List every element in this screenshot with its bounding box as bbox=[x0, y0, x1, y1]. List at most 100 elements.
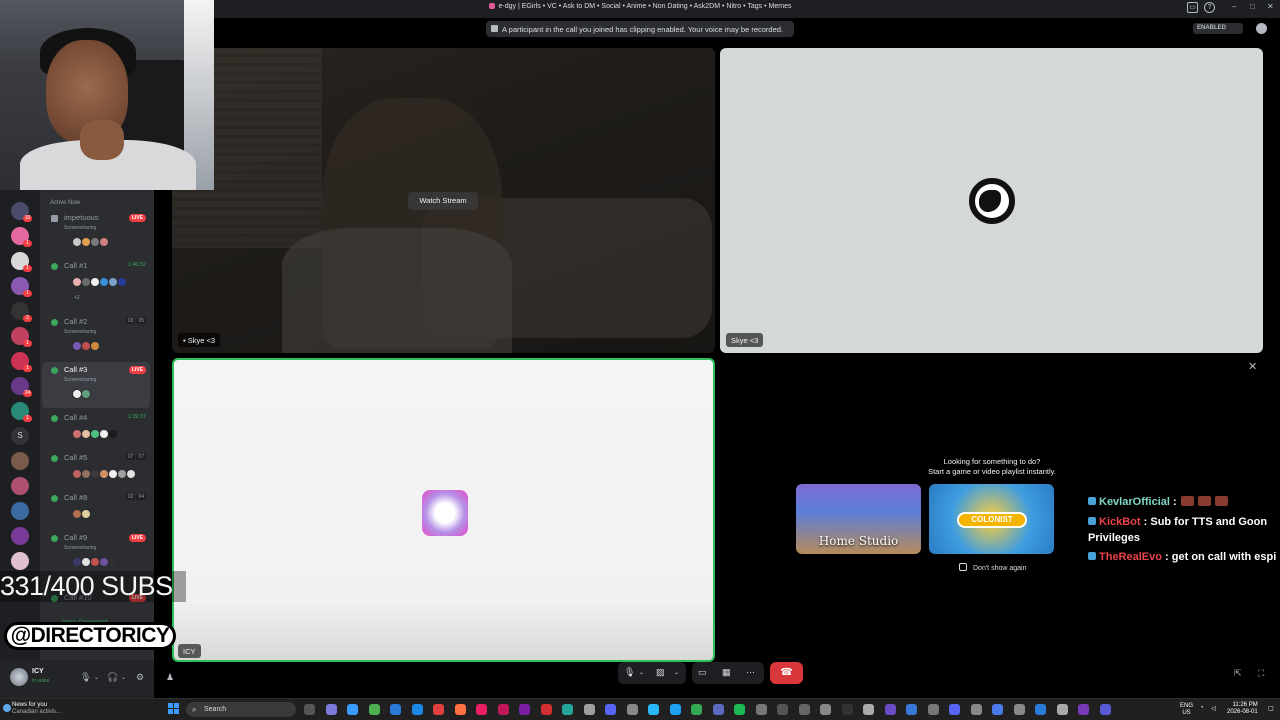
avatar[interactable] bbox=[117, 277, 127, 287]
taskbar-app-icon[interactable] bbox=[519, 704, 530, 715]
dont-show-again-checkbox[interactable]: Don't show again bbox=[959, 563, 1026, 572]
voice-call-item[interactable]: impetuous Screensharing LIVE bbox=[42, 210, 150, 256]
taskbar-app-icon[interactable] bbox=[820, 704, 831, 715]
taskbar-app-icon[interactable] bbox=[691, 704, 702, 715]
taskbar-app-icon[interactable] bbox=[605, 704, 616, 715]
server-icon[interactable]: 24 bbox=[11, 377, 32, 397]
taskbar-app-icon[interactable] bbox=[648, 704, 659, 715]
server-icon[interactable]: 1 bbox=[11, 327, 32, 347]
taskbar-app-icon[interactable] bbox=[626, 704, 638, 715]
server-icon[interactable]: 1 bbox=[11, 252, 32, 272]
taskbar-app-icon[interactable] bbox=[755, 704, 767, 715]
chevron-down-icon[interactable]: ⌄ bbox=[94, 674, 99, 681]
taskbar-app-icon[interactable] bbox=[411, 704, 423, 715]
chat-bubble-icon[interactable] bbox=[1256, 23, 1267, 34]
screen-share-icon[interactable]: ▭ bbox=[698, 667, 707, 678]
wifi-icon[interactable]: ◔ bbox=[1200, 705, 1204, 711]
avatar[interactable] bbox=[99, 237, 109, 247]
taskbar-app-icon[interactable] bbox=[390, 704, 401, 715]
notification-icon[interactable]: ▢ bbox=[1268, 705, 1274, 712]
activity-icon[interactable]: ♟ bbox=[166, 672, 174, 683]
taskbar-app-icon[interactable] bbox=[1013, 704, 1025, 715]
server-icon[interactable]: 1 bbox=[11, 227, 32, 247]
video-tile-2[interactable]: Skye <3 bbox=[720, 48, 1263, 353]
user-avatar[interactable] bbox=[10, 668, 28, 686]
voice-call-item[interactable]: Call #3 Screensharing LIVE bbox=[42, 362, 150, 408]
taskbar-app-icon[interactable] bbox=[863, 704, 874, 715]
taskbar-app-icon[interactable] bbox=[433, 704, 444, 715]
taskbar-app-icon[interactable] bbox=[949, 704, 960, 715]
chevron-down-icon[interactable]: ⌄ bbox=[674, 669, 679, 676]
server-icon[interactable]: 2 bbox=[11, 302, 32, 322]
activity-card-home-studio[interactable]: Home Studio bbox=[796, 484, 921, 554]
more-options-icon[interactable]: ⋯ bbox=[746, 667, 755, 678]
taskbar-app-icon[interactable] bbox=[992, 704, 1003, 715]
server-icon[interactable]: 10 bbox=[11, 202, 32, 222]
taskbar-app-icon[interactable] bbox=[841, 704, 853, 715]
minimize-icon[interactable]: – bbox=[1232, 2, 1236, 11]
windows-start-icon[interactable] bbox=[168, 703, 180, 715]
avatar[interactable] bbox=[81, 509, 91, 519]
activity-card-colonist[interactable]: COLONIST bbox=[929, 484, 1054, 554]
taskbar-app-icon[interactable] bbox=[562, 704, 573, 715]
video-tile-3[interactable]: ICY bbox=[172, 358, 715, 662]
taskbar-app-icon[interactable] bbox=[368, 704, 380, 715]
taskbar-app-icon[interactable] bbox=[884, 704, 896, 715]
taskbar-search[interactable]: ⌕ Search bbox=[186, 702, 296, 717]
chevron-down-icon[interactable]: ⌄ bbox=[639, 669, 644, 676]
taskbar-app-icon[interactable] bbox=[734, 704, 745, 715]
server-icon[interactable] bbox=[11, 552, 29, 570]
checkbox-icon[interactable] bbox=[959, 563, 967, 571]
voice-call-item[interactable]: Call #2 Screensharing 03 05 bbox=[42, 314, 150, 360]
popout-icon[interactable]: ⇱ bbox=[1234, 668, 1242, 679]
taskbar-app-icon[interactable] bbox=[476, 704, 487, 715]
avatar[interactable] bbox=[81, 389, 91, 399]
voice-call-item[interactable]: Call #9 Screensharing LIVE bbox=[42, 530, 150, 576]
server-icon[interactable] bbox=[11, 452, 29, 470]
microphone-icon[interactable]: 🎙 bbox=[80, 672, 91, 683]
news-widget[interactable]: News for you Canadian activis... bbox=[12, 702, 61, 716]
volume-icon[interactable]: ◁ bbox=[1211, 705, 1216, 712]
server-icon[interactable] bbox=[11, 477, 29, 495]
taskbar-app-icon[interactable] bbox=[304, 704, 315, 715]
camera-off-icon[interactable]: ▨ bbox=[656, 667, 665, 678]
taskbar-app-icon[interactable] bbox=[347, 704, 358, 715]
taskbar-app-icon[interactable] bbox=[712, 704, 724, 715]
microphone-icon[interactable]: 🎙 bbox=[624, 667, 635, 678]
headphones-icon[interactable]: 🎧 bbox=[107, 672, 118, 683]
taskbar-app-icon[interactable] bbox=[798, 704, 810, 715]
clipping-enabled-badge[interactable]: ENABLED bbox=[1193, 23, 1243, 34]
avatar[interactable] bbox=[126, 469, 136, 479]
server-icon[interactable] bbox=[11, 527, 29, 545]
taskbar-app-icon[interactable] bbox=[1035, 704, 1046, 715]
taskbar-app-icon[interactable] bbox=[325, 704, 337, 715]
chevron-down-icon[interactable]: ⌄ bbox=[121, 674, 126, 681]
server-icon[interactable]: 1 bbox=[11, 402, 32, 422]
stream-tile-1[interactable]: Watch Stream ▪ Skye <3 bbox=[172, 48, 715, 353]
watch-stream-button[interactable]: Watch Stream bbox=[408, 192, 478, 210]
taskbar-app-icon[interactable] bbox=[669, 704, 681, 715]
taskbar-app-icon[interactable] bbox=[454, 704, 466, 715]
taskbar-app-icon[interactable] bbox=[970, 704, 982, 715]
avatar[interactable] bbox=[90, 341, 100, 351]
activities-icon[interactable]: ▦ bbox=[722, 667, 731, 678]
taskbar-app-icon[interactable] bbox=[1078, 704, 1089, 715]
taskbar-app-icon[interactable] bbox=[1056, 704, 1068, 715]
avatar[interactable] bbox=[108, 429, 118, 439]
taskbar-app-icon[interactable] bbox=[583, 704, 595, 715]
maximize-icon[interactable]: □ bbox=[1250, 2, 1255, 11]
server-icon[interactable] bbox=[11, 502, 29, 520]
taskbar-app-icon[interactable] bbox=[1099, 704, 1111, 715]
close-icon[interactable]: ✕ bbox=[1248, 360, 1257, 373]
server-icon[interactable]: S bbox=[11, 427, 29, 445]
help-icon[interactable]: ? bbox=[1204, 2, 1215, 13]
server-icon[interactable]: 1 bbox=[11, 352, 32, 372]
taskbar-app-icon[interactable] bbox=[777, 704, 788, 715]
inbox-icon[interactable]: ▭ bbox=[1187, 2, 1198, 13]
server-icon[interactable]: 1 bbox=[11, 277, 32, 297]
fullscreen-icon[interactable]: ⛶ bbox=[1258, 668, 1264, 679]
taskbar-app-icon[interactable] bbox=[497, 704, 509, 715]
system-clock[interactable]: 11:26 PM 2026-08-01 bbox=[1227, 702, 1258, 716]
taskbar-app-icon[interactable] bbox=[927, 704, 939, 715]
voice-call-item[interactable]: Call #1 1:46:52 +2 bbox=[42, 258, 150, 304]
